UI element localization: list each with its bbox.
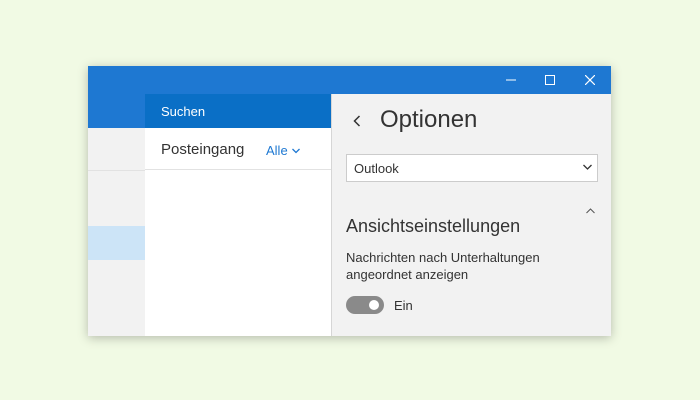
toggle-knob	[369, 300, 379, 310]
options-panel: Optionen Outlook Ansichtseinstellungen N…	[331, 94, 611, 336]
maximize-button[interactable]	[530, 66, 570, 94]
search-label: Suchen	[161, 103, 206, 119]
setting-description: Nachrichten nach Unterhaltungen angeordn…	[346, 249, 566, 283]
message-list-pane: Suchen Posteingang Alle	[145, 94, 331, 336]
close-icon	[585, 75, 595, 85]
toggle-state-label: Ein	[394, 298, 413, 313]
nav-divider	[88, 170, 145, 171]
options-title: Optionen	[380, 106, 478, 133]
navigation-pane	[88, 94, 145, 336]
filter-label: Alle	[266, 143, 288, 158]
mail-app-window: Suchen Posteingang Alle Optionen Outlook	[88, 66, 611, 336]
conversation-toggle[interactable]	[346, 296, 384, 314]
chevron-down-icon	[583, 164, 592, 170]
close-button[interactable]	[570, 66, 610, 94]
account-select-value: Outlook	[354, 161, 399, 176]
chevron-left-icon	[353, 115, 361, 127]
chevron-down-icon	[291, 148, 300, 153]
maximize-icon	[545, 75, 555, 85]
folder-header: Posteingang Alle	[145, 128, 331, 170]
setting-description-line1: Nachrichten nach Unterhaltungen	[346, 250, 540, 265]
section-title: Ansichtseinstellungen	[346, 216, 521, 236]
back-button[interactable]	[348, 109, 366, 133]
chevron-up-icon[interactable]	[586, 208, 595, 214]
title-bar	[88, 66, 611, 94]
nav-item-selected[interactable]	[88, 226, 145, 260]
filter-dropdown[interactable]: Alle	[266, 143, 300, 158]
minimize-icon	[506, 79, 516, 81]
search-box[interactable]: Suchen	[145, 94, 331, 128]
nav-header[interactable]	[88, 94, 145, 128]
account-select[interactable]: Outlook	[346, 154, 598, 182]
setting-description-line2: angeordnet anzeigen	[346, 267, 469, 282]
folder-title: Posteingang	[161, 141, 245, 158]
minimize-button[interactable]	[491, 66, 531, 94]
